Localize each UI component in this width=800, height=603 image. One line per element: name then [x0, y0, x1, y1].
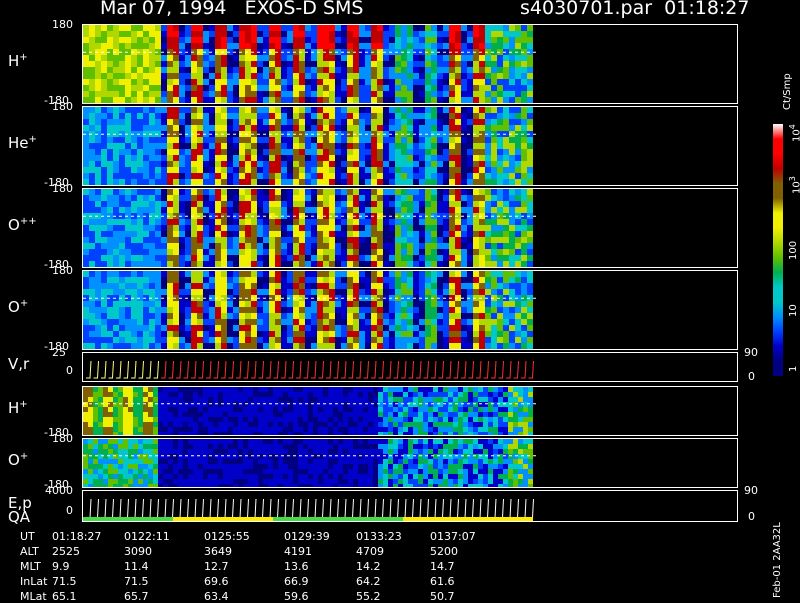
rtick-top-vr: 90 — [744, 346, 758, 359]
ephem-cell: 2525 — [52, 545, 80, 558]
rtick-bot-vr: 0 — [748, 370, 755, 383]
ytick-top-h-plus-1: 180 — [52, 18, 73, 31]
ephem-cell: 4191 — [284, 545, 312, 558]
panel-ep — [82, 490, 738, 522]
ephem-cell: 0129:39 — [284, 530, 330, 543]
panel-o-plus-2 — [82, 438, 738, 488]
ephem-cell: 50.7 — [430, 590, 455, 603]
spectrogram-o-plus-1 — [83, 271, 737, 349]
rtick-bot-ep: 0 — [748, 510, 755, 523]
file-time-label: s4030701.par 01:18:27 — [520, 0, 749, 19]
ytick-bot-vr: 0 — [66, 364, 73, 377]
spectrogram-h-plus-2 — [83, 387, 737, 435]
ephem-cell: 4709 — [356, 545, 384, 558]
ephem-cell: 59.6 — [284, 590, 309, 603]
colorbar-unit-label: Ct/Smp — [782, 73, 793, 110]
colorbar-tick: 104 — [788, 124, 800, 142]
ephem-cell: 64.2 — [356, 575, 381, 588]
ephem-row-label: MLat — [20, 590, 47, 603]
ephem-cell: 0133:23 — [356, 530, 402, 543]
ephem-cell: 69.6 — [204, 575, 229, 588]
panel-h-plus-1 — [82, 24, 738, 104]
panel-label-o-plus-1: O+ — [8, 298, 28, 316]
panel-label2-ep: QA — [8, 508, 30, 526]
ephem-cell: 65.1 — [52, 590, 77, 603]
colorbar — [773, 124, 783, 376]
ytick-top-o-plus-2: 180 — [52, 432, 73, 445]
rtick-top-ep: 90 — [744, 484, 758, 497]
panel-label-o-plus-plus: O++ — [8, 216, 37, 234]
ephem-cell: 11.4 — [124, 560, 149, 573]
ephem-cell: 71.5 — [124, 575, 149, 588]
ytick-top-o-plus-plus: 180 — [52, 182, 73, 195]
panel-h-plus-2 — [82, 386, 738, 436]
spectrogram-ep — [83, 491, 737, 521]
ytick-top-vr: 25 — [52, 346, 66, 359]
ephem-cell: 0125:55 — [204, 530, 250, 543]
colorbar-tick: 1 — [788, 366, 799, 372]
ephem-cell: 65.7 — [124, 590, 149, 603]
ephem-cell: 0137:07 — [430, 530, 476, 543]
ephem-row-label: InLat — [20, 575, 47, 588]
spectrogram-o-plus-plus — [83, 189, 737, 267]
ephem-cell: 0122:11 — [124, 530, 170, 543]
panel-label-vr: V,r — [8, 355, 29, 373]
ephem-cell: 14.2 — [356, 560, 381, 573]
panel-he-plus — [82, 106, 738, 186]
ephem-row-label: UT — [20, 530, 35, 543]
ephem-cell: 9.9 — [52, 560, 70, 573]
ephem-cell: 01:18:27 — [52, 530, 101, 543]
colorbar-tick: 100 — [788, 241, 799, 260]
ephem-cell: 63.4 — [204, 590, 229, 603]
ephem-cell: 66.9 — [284, 575, 309, 588]
ytick-top-ep: 4000 — [45, 484, 73, 497]
ephem-cell: 3649 — [204, 545, 232, 558]
panel-label-h-plus-1: H+ — [8, 52, 28, 70]
panel-vr — [82, 352, 738, 382]
ephem-cell: 13.6 — [284, 560, 309, 573]
ytick-top-he-plus: 180 — [52, 100, 73, 113]
spectrogram-h-plus-1 — [83, 25, 737, 103]
ephem-cell: 55.2 — [356, 590, 381, 603]
ephem-row-label: ALT — [20, 545, 39, 558]
spectrogram-o-plus-2 — [83, 439, 737, 487]
ephem-cell: 5200 — [430, 545, 458, 558]
footer-id: Feb-01 2AA32L — [772, 522, 783, 598]
ephem-cell: 12.7 — [204, 560, 229, 573]
ephem-cell: 14.7 — [430, 560, 455, 573]
panel-o-plus-1 — [82, 270, 738, 350]
colorbar-tick: 103 — [788, 176, 800, 194]
panel-label-o-plus-2: O+ — [8, 451, 28, 469]
spectrogram-he-plus — [83, 107, 737, 185]
ephem-cell: 71.5 — [52, 575, 77, 588]
ytick-top-o-plus-1: 180 — [52, 264, 73, 277]
plot-title: Mar 07, 1994 EXOS-D SMS — [100, 0, 363, 19]
spectrogram-vr — [83, 353, 737, 381]
ephem-cell: 3090 — [124, 545, 152, 558]
colorbar-tick: 10 — [788, 304, 799, 317]
ytick-bot-ep: 0 — [66, 504, 73, 517]
panel-label-h-plus-2: H+ — [8, 399, 28, 417]
panel-o-plus-plus — [82, 188, 738, 268]
panel-label-he-plus: He+ — [8, 134, 37, 152]
ephem-cell: 61.6 — [430, 575, 455, 588]
ephem-row-label: MLT — [20, 560, 41, 573]
